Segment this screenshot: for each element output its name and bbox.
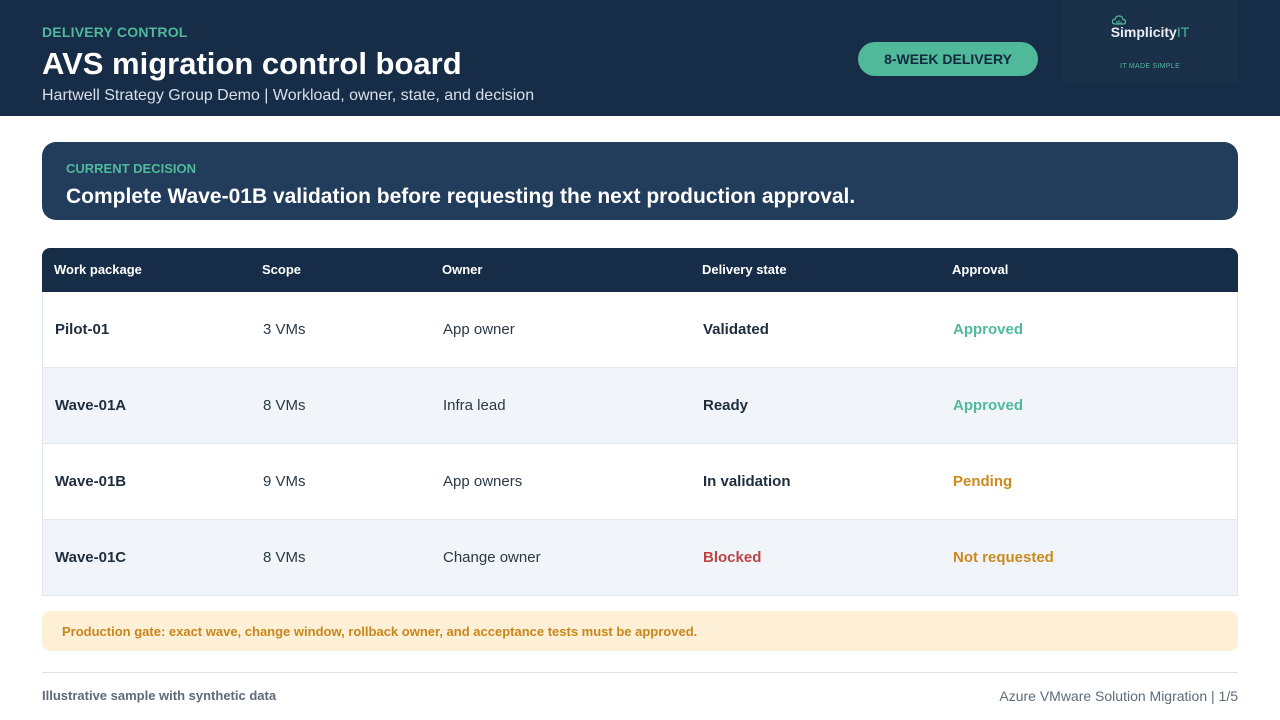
cell-work-package: Wave-01A xyxy=(55,397,127,414)
cell-owner: Infra lead xyxy=(443,397,506,414)
cell-scope: 8 VMs xyxy=(263,549,306,566)
company-logo: SimplicityIT IT MADE SIMPLE xyxy=(1062,0,1238,82)
logo-name: Simplicity xyxy=(1110,24,1177,40)
delivery-badge: 8-WEEK DELIVERY xyxy=(858,42,1038,76)
section-eyebrow: DELIVERY CONTROL xyxy=(42,24,188,40)
production-gate-text: Production gate: exact wave, change wind… xyxy=(62,624,698,639)
page-subtitle: Hartwell Strategy Group Demo | Workload,… xyxy=(42,87,535,104)
table-row: Wave-01A 8 VMs Infra lead Ready Approved xyxy=(42,368,1238,444)
cell-approval: Approved xyxy=(953,321,1024,338)
column-header-delivery-state: Delivery state xyxy=(702,262,787,277)
control-board-table: Work package Scope Owner Delivery state … xyxy=(42,248,1238,596)
column-header-owner: Owner xyxy=(442,262,483,277)
header: DELIVERY CONTROL AVS migration control b… xyxy=(0,0,1280,116)
table-header: Work package Scope Owner Delivery state … xyxy=(42,248,1238,292)
cell-scope: 9 VMs xyxy=(263,473,306,490)
logo-tagline: IT MADE SIMPLE xyxy=(1119,63,1181,70)
cell-approval: Pending xyxy=(953,473,1013,490)
page-title: AVS migration control board xyxy=(42,46,462,81)
table-row: Wave-01B 9 VMs App owners In validation … xyxy=(42,444,1238,520)
cell-approval: Approved xyxy=(953,397,1024,414)
cell-scope: 8 VMs xyxy=(263,397,306,414)
column-header-work-package: Work package xyxy=(54,262,142,277)
footer-page-info: Azure VMware Solution Migration | 1/5 xyxy=(999,688,1238,704)
cell-work-package: Wave-01B xyxy=(55,473,127,490)
logo-wordmark: SimplicityIT xyxy=(1062,24,1238,40)
cell-scope: 3 VMs xyxy=(263,321,306,338)
cell-delivery-state: Ready xyxy=(703,397,749,414)
cell-work-package: Pilot-01 xyxy=(55,321,110,338)
decision-label: CURRENT DECISION xyxy=(66,161,197,176)
decision-text: Complete Wave-01B validation before requ… xyxy=(66,185,856,208)
current-decision-panel: CURRENT DECISION Complete Wave-01B valid… xyxy=(42,142,1238,220)
cell-delivery-state: In validation xyxy=(703,473,791,490)
table-row: Pilot-01 3 VMs App owner Validated Appro… xyxy=(42,292,1238,368)
production-gate-notice: Production gate: exact wave, change wind… xyxy=(42,611,1238,651)
logo-suffix: IT xyxy=(1176,24,1190,40)
column-header-scope: Scope xyxy=(262,262,302,277)
column-header-approval: Approval xyxy=(952,262,1009,277)
cell-delivery-state: Blocked xyxy=(703,549,762,566)
cell-work-package: Wave-01C xyxy=(55,549,127,566)
cell-approval: Not requested xyxy=(953,549,1054,566)
cell-owner: App owner xyxy=(443,321,515,338)
cell-delivery-state: Validated xyxy=(703,321,769,338)
cell-owner: App owners xyxy=(443,473,523,490)
cell-owner: Change owner xyxy=(443,549,541,566)
table-row: Wave-01C 8 VMs Change owner Blocked Not … xyxy=(42,520,1238,596)
footer-divider xyxy=(42,672,1238,673)
footer-disclaimer: Illustrative sample with synthetic data xyxy=(42,688,277,703)
